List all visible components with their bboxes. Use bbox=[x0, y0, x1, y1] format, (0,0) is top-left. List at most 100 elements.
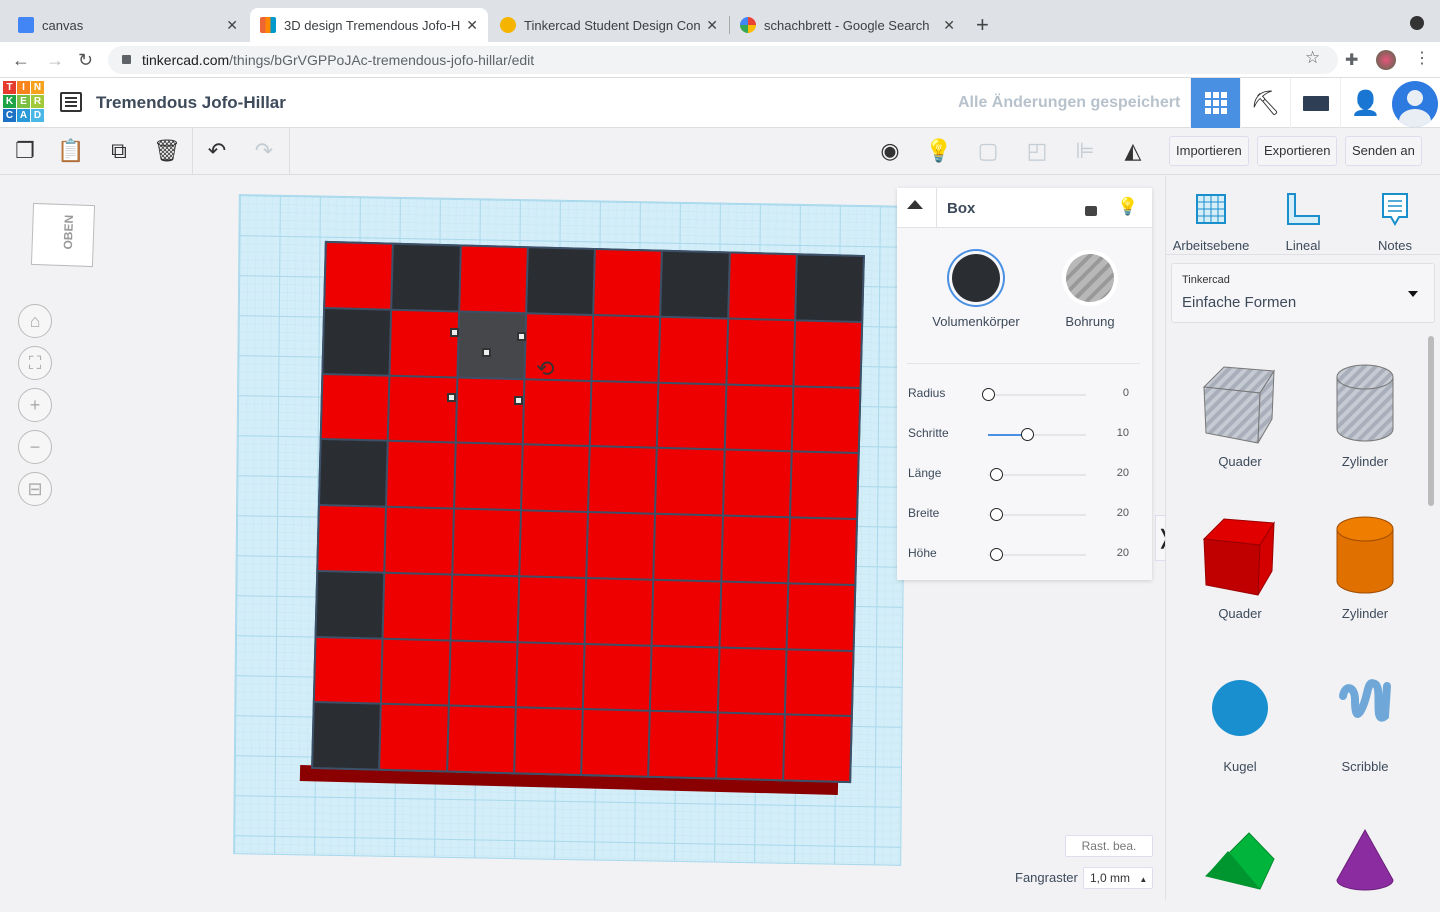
export-button[interactable]: Exportieren bbox=[1257, 136, 1338, 166]
close-tab-icon[interactable]: ✕ bbox=[466, 17, 478, 34]
board-square[interactable] bbox=[383, 573, 451, 639]
board-square[interactable] bbox=[790, 452, 858, 519]
hole-swatch[interactable] bbox=[1066, 254, 1114, 302]
board-square[interactable] bbox=[318, 505, 386, 572]
board-square[interactable] bbox=[792, 386, 860, 453]
view-cube[interactable]: OBEN bbox=[30, 202, 96, 268]
board-square[interactable] bbox=[526, 248, 594, 314]
zoom-out-button[interactable]: − bbox=[18, 430, 52, 464]
board-square[interactable] bbox=[716, 713, 784, 780]
shape-cone[interactable] bbox=[1310, 816, 1420, 912]
paste-button[interactable]: 📋 bbox=[54, 134, 88, 168]
board-square[interactable] bbox=[789, 518, 856, 584]
board-square[interactable] bbox=[449, 641, 517, 707]
shape-roof[interactable] bbox=[1185, 816, 1295, 912]
board-square[interactable] bbox=[795, 255, 863, 321]
undo-button[interactable]: ↶ bbox=[200, 134, 234, 168]
shapes-scrollbar[interactable] bbox=[1428, 336, 1434, 506]
board-square[interactable] bbox=[726, 319, 794, 385]
board-square[interactable] bbox=[592, 315, 660, 382]
browser-menu-icon[interactable]: ⋮ bbox=[1414, 48, 1430, 68]
board-square[interactable] bbox=[654, 514, 722, 581]
board-square[interactable] bbox=[659, 317, 727, 383]
param-value[interactable]: 20 bbox=[1117, 547, 1129, 559]
board-square[interactable] bbox=[725, 385, 793, 451]
tinkercad-logo[interactable]: T I N K E R C A D bbox=[3, 81, 44, 122]
back-icon[interactable]: ← bbox=[12, 50, 30, 71]
board-square[interactable] bbox=[380, 704, 448, 771]
minecraft-pickaxe-button[interactable]: ⛏ bbox=[1240, 78, 1290, 128]
close-tab-icon[interactable]: ✕ bbox=[706, 17, 718, 34]
resize-handle[interactable] bbox=[450, 328, 459, 337]
board-square[interactable] bbox=[390, 310, 458, 376]
board-square[interactable] bbox=[516, 642, 584, 709]
workplane-tool[interactable]: Arbeitsebene bbox=[1171, 190, 1251, 253]
board-square[interactable] bbox=[387, 441, 455, 508]
reload-icon[interactable]: ↻ bbox=[78, 50, 93, 71]
board-square[interactable] bbox=[520, 511, 587, 577]
shape-cylinder[interactable]: Zylinder bbox=[1310, 510, 1420, 621]
board-square[interactable] bbox=[313, 703, 381, 769]
fit-view-button[interactable]: ⛶ bbox=[18, 346, 52, 380]
close-tab-icon[interactable]: ✕ bbox=[226, 17, 238, 34]
solid-option[interactable]: Volumenkörper bbox=[921, 254, 1031, 329]
param-slider-track[interactable] bbox=[988, 394, 1086, 396]
param-value[interactable]: 20 bbox=[1117, 507, 1129, 519]
ruler-tool[interactable]: Lineal bbox=[1263, 190, 1343, 253]
board-square[interactable] bbox=[459, 246, 527, 312]
board-square[interactable] bbox=[447, 706, 515, 773]
board-square[interactable] bbox=[728, 253, 796, 320]
board-square[interactable] bbox=[521, 445, 589, 511]
board-square[interactable] bbox=[787, 584, 855, 650]
3d-view-button[interactable] bbox=[1190, 78, 1240, 128]
user-avatar[interactable] bbox=[1392, 81, 1438, 127]
board-square[interactable] bbox=[721, 516, 789, 583]
board-square[interactable] bbox=[589, 447, 656, 513]
board-square[interactable] bbox=[590, 381, 658, 447]
unlock-icon[interactable] bbox=[1085, 206, 1097, 216]
board-square[interactable] bbox=[325, 242, 393, 309]
board-square[interactable] bbox=[661, 251, 729, 318]
param-value[interactable]: 0 bbox=[1123, 387, 1129, 399]
resize-handle[interactable] bbox=[514, 396, 523, 405]
snap-grid-select[interactable]: 1,0 mm ▲ bbox=[1083, 867, 1153, 889]
board-square[interactable] bbox=[392, 244, 460, 311]
browser-tab[interactable]: schachbrett - Google Search ✕ bbox=[730, 8, 965, 42]
shape-scribble[interactable]: Scribble bbox=[1310, 663, 1420, 774]
board-square[interactable] bbox=[785, 649, 853, 716]
url-field[interactable]: tinkercad.com/things/bGrVGPPoJAc-tremend… bbox=[108, 46, 1338, 74]
selected-box[interactable] bbox=[457, 312, 525, 378]
board-square[interactable] bbox=[582, 710, 650, 776]
brick-view-button[interactable] bbox=[1290, 78, 1340, 128]
board-square[interactable] bbox=[656, 449, 724, 515]
board-square[interactable] bbox=[454, 443, 522, 510]
board-square[interactable] bbox=[657, 383, 725, 449]
board-square[interactable] bbox=[794, 321, 862, 387]
board-square[interactable] bbox=[514, 708, 582, 774]
param-slider-knob[interactable] bbox=[1021, 428, 1035, 441]
rotate-handle-icon[interactable]: ⟲ bbox=[536, 356, 554, 382]
board-square[interactable] bbox=[587, 513, 655, 579]
chessboard[interactable] bbox=[311, 240, 865, 784]
resize-handle[interactable] bbox=[447, 393, 456, 402]
board-square[interactable] bbox=[320, 440, 387, 506]
redo-button[interactable]: ↷ bbox=[247, 134, 281, 168]
board-square[interactable] bbox=[382, 639, 450, 705]
board-square[interactable] bbox=[518, 577, 586, 643]
board-square[interactable] bbox=[649, 712, 717, 778]
board-square[interactable] bbox=[523, 379, 591, 446]
board-square[interactable] bbox=[583, 644, 651, 710]
param-value[interactable]: 20 bbox=[1117, 467, 1129, 479]
shape-library-select[interactable]: Tinkercad Einfache Formen bbox=[1171, 263, 1435, 323]
height-handle[interactable] bbox=[482, 348, 491, 357]
home-view-button[interactable]: ⌂ bbox=[18, 304, 52, 338]
param-slider-knob[interactable] bbox=[989, 468, 1003, 481]
param-slider-knob[interactable] bbox=[989, 548, 1003, 561]
align-button[interactable]: ⊫ bbox=[1068, 134, 1102, 168]
board-square[interactable] bbox=[594, 250, 662, 316]
hole-option[interactable]: Bohrung bbox=[1035, 254, 1145, 329]
param-slider-knob[interactable] bbox=[989, 508, 1003, 521]
param-value[interactable]: 10 bbox=[1117, 427, 1129, 439]
send-to-button[interactable]: Senden an bbox=[1345, 136, 1422, 166]
bookmark-star-icon[interactable]: ☆ bbox=[1305, 48, 1320, 68]
